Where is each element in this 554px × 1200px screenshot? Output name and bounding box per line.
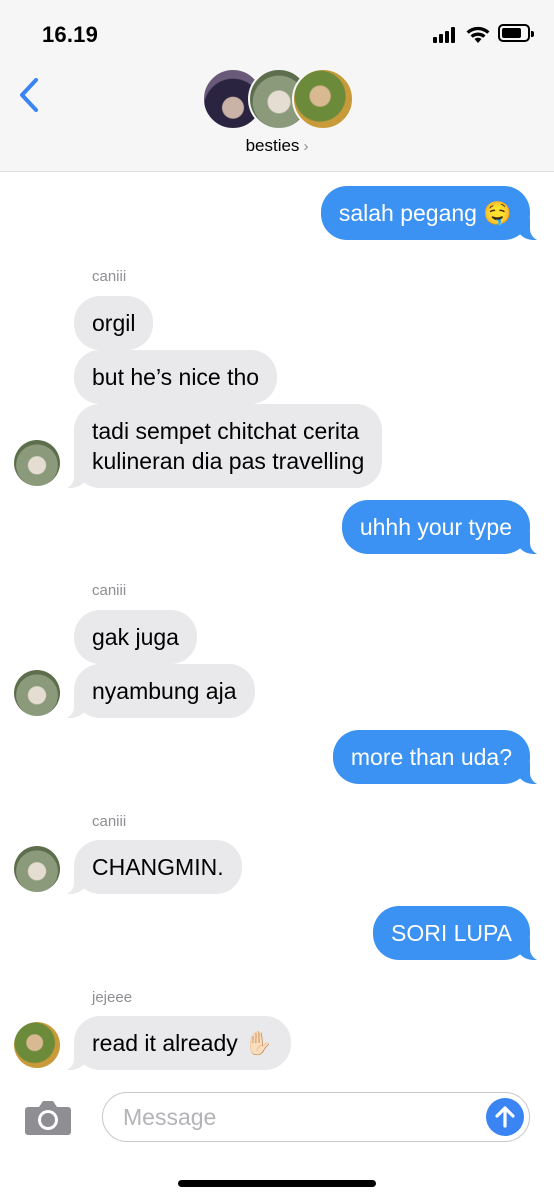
send-button[interactable] xyxy=(486,1098,524,1136)
wifi-icon xyxy=(466,26,490,43)
message-bubble-incoming[interactable]: gak juga xyxy=(74,610,197,664)
group-name-label: besties xyxy=(245,136,300,155)
sender-name: jejeee xyxy=(92,989,133,1006)
message-bubble-outgoing[interactable]: salah pegang 🤤 xyxy=(320,186,545,241)
message-bubble-incoming[interactable]: read it already ✋🏻 xyxy=(60,1016,291,1071)
message-bubble-outgoing[interactable]: SORI LUPA xyxy=(373,906,544,961)
message-bubble-incoming[interactable]: CHANGMIN. xyxy=(60,840,242,895)
status-time: 16.19 xyxy=(42,22,99,47)
message-text: uhhh your type xyxy=(359,514,512,540)
message-text: read it already ✋🏻 xyxy=(92,1030,273,1056)
message-text-line: kulineran dia pas travelling xyxy=(92,448,365,474)
sender-name: caniii xyxy=(92,268,127,285)
message-bubble-incoming[interactable]: nyambung aja xyxy=(60,664,255,719)
group-name[interactable]: besties › xyxy=(0,136,554,156)
message-text: CHANGMIN. xyxy=(92,854,224,880)
message-bubble-incoming[interactable]: tadi sempet chitchat cerita kulineran di… xyxy=(59,404,383,489)
message-bubble-incoming[interactable]: orgil xyxy=(74,296,154,350)
message-text: salah pegang 🤤 xyxy=(338,200,512,226)
message-input-placeholder: Message xyxy=(123,1104,217,1130)
back-chevron-icon[interactable] xyxy=(16,76,42,114)
message-bubble-outgoing[interactable]: more than uda? xyxy=(332,730,545,785)
message-bubble-outgoing[interactable]: uhhh your type xyxy=(341,500,545,555)
sender-avatar[interactable] xyxy=(14,846,60,892)
sender-name: caniii xyxy=(92,813,127,830)
home-indicator xyxy=(178,1180,376,1187)
sender-avatar[interactable] xyxy=(14,670,60,716)
arrow-up-icon xyxy=(495,1106,515,1128)
message-text: SORI LUPA xyxy=(391,920,512,946)
group-avatar-3 xyxy=(292,68,354,130)
group-avatars[interactable] xyxy=(202,68,354,130)
message-text: orgil xyxy=(92,310,136,336)
sender-avatar[interactable] xyxy=(14,1022,60,1068)
message-input[interactable]: Message xyxy=(102,1092,530,1142)
message-text: but he’s nice tho xyxy=(92,364,260,390)
signal-icon xyxy=(433,27,457,43)
message-text: nyambung aja xyxy=(92,678,237,704)
chevron-right-icon: › xyxy=(303,138,309,155)
message-text: gak juga xyxy=(92,624,179,650)
message-text-line: tadi sempet chitchat cerita xyxy=(92,418,360,444)
sender-avatar[interactable] xyxy=(14,440,60,486)
conversation-header: 16.19 besties › xyxy=(0,0,554,172)
message-text: more than uda? xyxy=(350,744,512,770)
sender-name: caniii xyxy=(92,582,127,599)
message-bubble-incoming[interactable]: but he’s nice tho xyxy=(74,350,278,404)
camera-icon[interactable] xyxy=(24,1098,72,1136)
battery-icon xyxy=(498,24,534,42)
